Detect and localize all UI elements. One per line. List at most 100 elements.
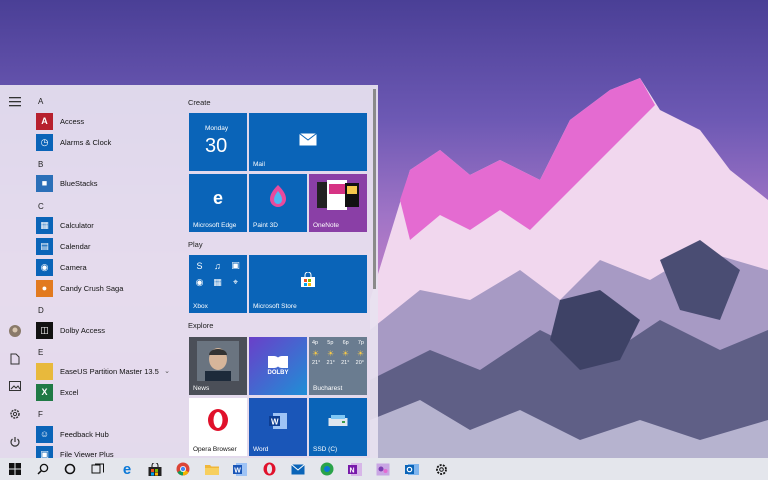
- onenote-preview-icon: [315, 180, 361, 212]
- camera-small-icon: ◉: [195, 277, 204, 287]
- paint3d-tile[interactable]: Paint 3D: [249, 174, 307, 232]
- sun-icon: ☀: [356, 349, 364, 358]
- edge-tile[interactable]: e Microsoft Edge: [189, 174, 247, 232]
- weather-temp: 21°: [326, 360, 335, 366]
- word-tile[interactable]: W Word: [249, 398, 307, 456]
- tile-label: OneNote: [313, 222, 340, 229]
- tile-label: Mail: [253, 161, 265, 168]
- pictures-icon[interactable]: [6, 377, 24, 395]
- games-tile[interactable]: S ♫ ▣ ◉ ▦ ⌖ Xbox: [189, 255, 247, 313]
- paint-icon[interactable]: [374, 460, 392, 478]
- list-item[interactable]: ◫ Dolby Access: [36, 321, 176, 339]
- store-icon: [299, 271, 317, 289]
- list-item[interactable]: ▤ Calendar: [36, 237, 176, 255]
- tile-label: Bucharest: [313, 385, 343, 392]
- feedback-hub-icon: ☺: [36, 425, 53, 443]
- letter-header[interactable]: B: [38, 160, 43, 169]
- onenote-icon[interactable]: N: [346, 460, 364, 478]
- list-item[interactable]: ◉ Camera: [36, 258, 176, 276]
- opera-icon[interactable]: [260, 460, 278, 478]
- alarm-clock-icon: ◷: [36, 133, 53, 151]
- letter-header[interactable]: C: [38, 202, 44, 211]
- list-item[interactable]: ◷ Alarms & Clock: [36, 133, 176, 151]
- dolby-icon: ◫: [36, 321, 53, 339]
- group-title-play[interactable]: Play: [188, 240, 203, 249]
- dolby-tile[interactable]: DOLBY: [249, 337, 307, 395]
- mail-tile[interactable]: Mail: [249, 113, 367, 171]
- settings-gear-icon[interactable]: [6, 405, 24, 423]
- hamburger-menu-icon[interactable]: [6, 93, 24, 111]
- calendar-tile[interactable]: Monday 30: [189, 113, 247, 171]
- list-item[interactable]: A Access: [36, 112, 176, 130]
- app-list-scrollbar[interactable]: [373, 89, 376, 289]
- dolby-logo-icon: DOLBY: [263, 351, 293, 381]
- tile-area: Create Monday 30 Mail e Microsoft Edge P…: [188, 85, 373, 458]
- power-icon[interactable]: [6, 433, 24, 451]
- list-item[interactable]: ● Candy Crush Saga: [36, 279, 176, 297]
- tile-label: Xbox: [193, 303, 208, 310]
- tile-label: Opera Browser: [193, 446, 237, 453]
- tile-label: Microsoft Edge: [193, 222, 237, 229]
- letter-header[interactable]: D: [38, 306, 44, 315]
- weather-tile[interactable]: 4p 5p 6p 7p ☀ ☀ ☀ ☀ 21° 21° 21° 20° Buchare…: [309, 337, 367, 395]
- list-item[interactable]: ■ BlueStacks: [36, 174, 176, 192]
- app-list: A A Access ◷ Alarms & Clock B ■ BlueStac…: [30, 85, 180, 458]
- chrome-icon[interactable]: [174, 460, 192, 478]
- start-icon[interactable]: [6, 460, 24, 478]
- bluestacks-icon: ■: [36, 174, 53, 192]
- documents-icon[interactable]: [6, 350, 24, 368]
- paint3d-icon: [267, 184, 289, 210]
- list-item[interactable]: ☺ Feedback Hub: [36, 425, 176, 443]
- group-title-create[interactable]: Create: [188, 98, 211, 107]
- mail-icon[interactable]: [289, 460, 307, 478]
- search-icon[interactable]: [34, 460, 52, 478]
- tile-label: News: [193, 385, 210, 392]
- letter-header[interactable]: F: [38, 410, 43, 419]
- sun-icon: ☀: [326, 349, 335, 358]
- list-item[interactable]: X Excel: [36, 383, 176, 401]
- sun-icon: ☀: [341, 349, 350, 358]
- candy-crush-icon: ●: [36, 279, 53, 297]
- skype-icon: S: [196, 260, 203, 271]
- edge-icon[interactable]: e: [118, 460, 136, 478]
- calendar-day: Monday: [205, 125, 229, 132]
- list-item[interactable]: EaseUS Partition Master 13.5 ⌄: [36, 362, 176, 380]
- film-icon: ▣: [231, 260, 240, 270]
- start-rail: [0, 85, 30, 458]
- file-explorer-icon[interactable]: [203, 460, 221, 478]
- letter-header[interactable]: E: [38, 348, 43, 357]
- group-title-explore[interactable]: Explore: [188, 321, 213, 330]
- svg-text:N: N: [350, 467, 355, 474]
- cortana-icon[interactable]: [61, 460, 79, 478]
- weather-hour: 7p: [357, 340, 364, 346]
- news-tile[interactable]: News: [189, 337, 247, 395]
- app-label: Camera: [60, 262, 87, 272]
- calendar-icon: ▤: [36, 237, 53, 255]
- settings-icon[interactable]: [432, 460, 450, 478]
- store-icon[interactable]: [146, 460, 164, 478]
- app-label: File Viewer Plus: [60, 449, 114, 459]
- outlook-icon[interactable]: [403, 460, 421, 478]
- onenote-tile[interactable]: OneNote: [309, 174, 367, 232]
- list-item[interactable]: ▦ Calculator: [36, 216, 176, 234]
- list-item[interactable]: ▣ File Viewer Plus: [36, 445, 176, 458]
- start-menu: A A Access ◷ Alarms & Clock B ■ BlueStac…: [0, 85, 378, 458]
- user-avatar-icon[interactable]: [6, 322, 24, 340]
- app-label: Excel: [60, 387, 79, 397]
- letter-header[interactable]: A: [38, 97, 43, 106]
- calculator-icon: ▦: [36, 216, 53, 234]
- word-icon[interactable]: W: [231, 460, 249, 478]
- weather-hour: 6p: [342, 340, 349, 346]
- app-label: BlueStacks: [60, 178, 98, 188]
- app-label: Alarms & Clock: [60, 137, 112, 147]
- edge-alt-icon[interactable]: [318, 460, 336, 478]
- task-view-icon[interactable]: [89, 460, 107, 478]
- opera-tile[interactable]: Opera Browser: [189, 398, 247, 456]
- app-label: Candy Crush Saga: [60, 283, 124, 293]
- weather-temp: 21°: [341, 360, 350, 366]
- ssd-tile[interactable]: SSD (C): [309, 398, 367, 456]
- store-tile[interactable]: Microsoft Store: [249, 255, 367, 313]
- calendar-date: 30: [205, 135, 228, 157]
- maps-icon: ⌖: [232, 277, 239, 287]
- calculator-small-icon: ▦: [213, 277, 222, 287]
